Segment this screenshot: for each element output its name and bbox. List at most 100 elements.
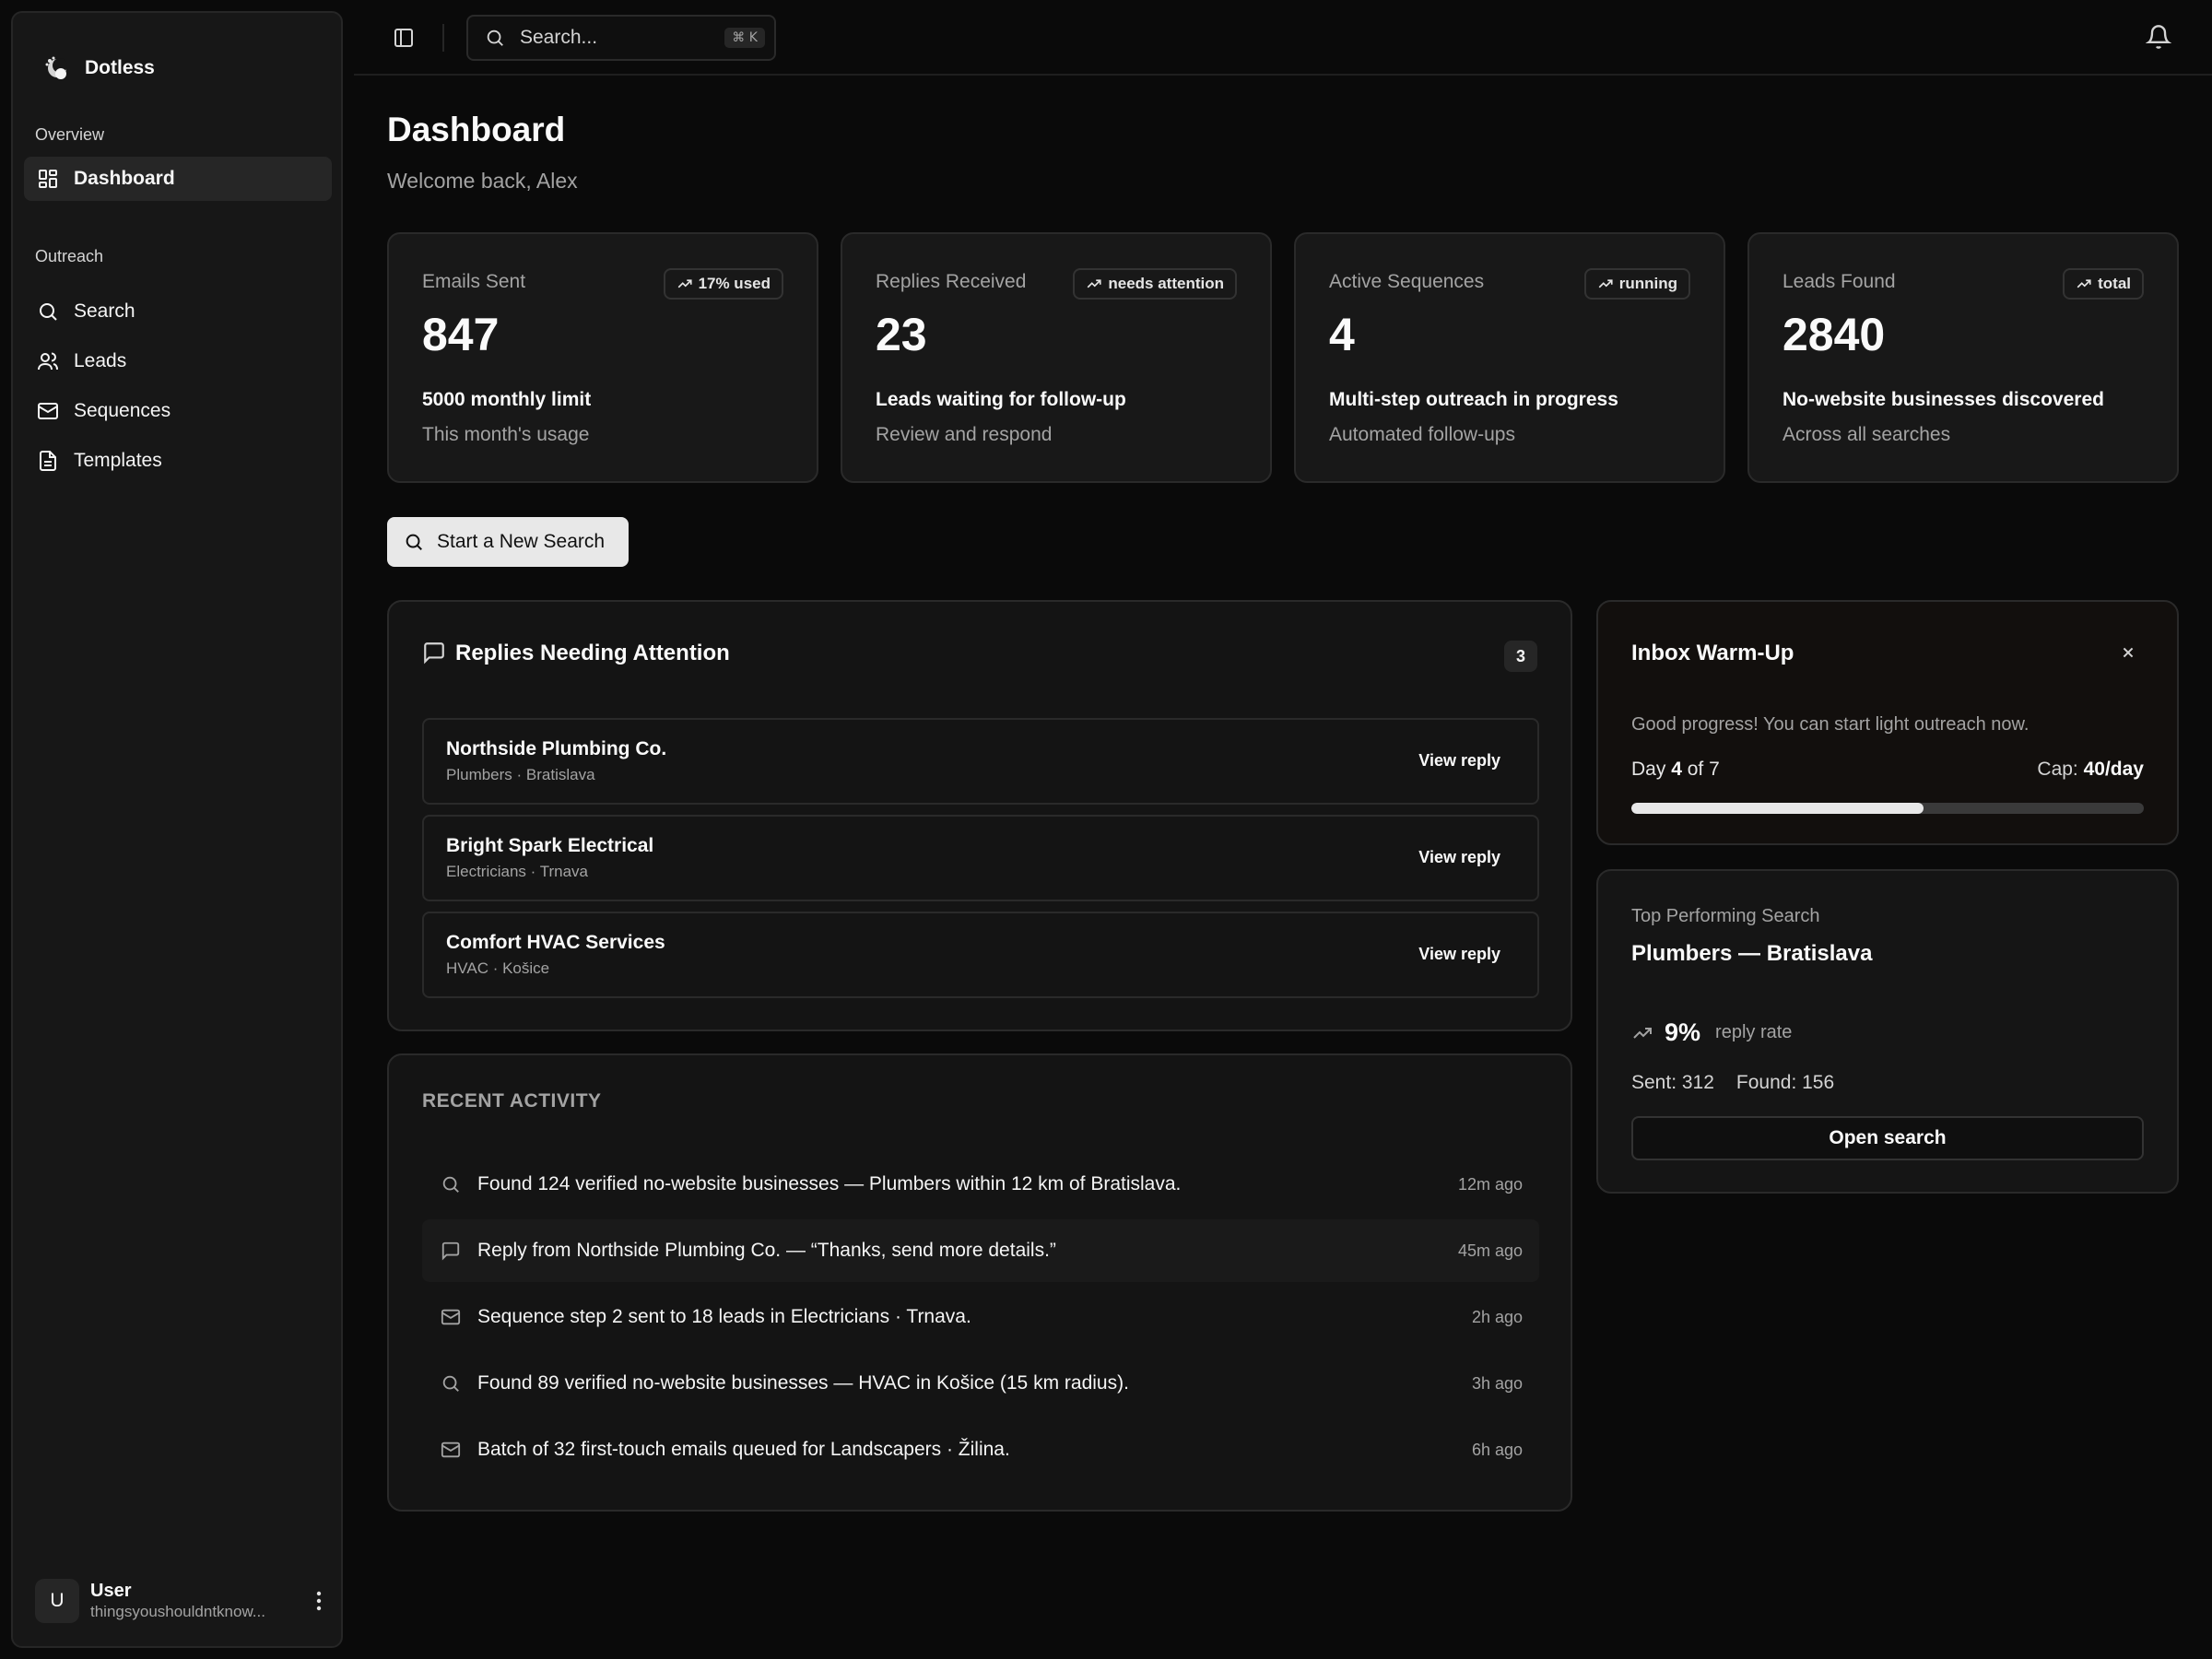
activity-item[interactable]: Sequence step 2 sent to 18 leads in Elec…	[422, 1286, 1539, 1348]
search-icon	[406, 534, 422, 550]
stat-label: Emails Sent	[422, 271, 526, 292]
more-vertical-icon[interactable]	[308, 1590, 330, 1612]
activity-time: 3h ago	[1471, 1373, 1523, 1393]
search-shortcut: ⌘ K	[724, 28, 765, 48]
warmup-day: Day 4 of 7	[1631, 759, 1720, 781]
user-menu[interactable]: U User thingsyoushouldntknow...	[35, 1578, 330, 1624]
inbox-warmup-title: Inbox Warm-Up	[1631, 641, 1794, 665]
stat-description: Leads waiting for follow-up	[876, 389, 1126, 410]
stat-value: 4	[1329, 309, 1355, 360]
message-icon	[422, 641, 446, 669]
brand[interactable]: Dotless	[42, 53, 155, 83]
reply-rate-label: reply rate	[1715, 1022, 1793, 1042]
warmup-day-prefix: Day	[1631, 759, 1666, 780]
replies-panel: Replies Needing Attention 3 Northside Pl…	[387, 600, 1572, 1031]
stat-description: 5000 monthly limit	[422, 389, 592, 410]
close-icon[interactable]	[2118, 642, 2140, 665]
activity-item[interactable]: Batch of 32 first-touch emails queued fo…	[422, 1418, 1539, 1481]
bell-icon[interactable]	[2145, 24, 2173, 52]
recent-activity-panel: RECENT ACTIVITY Found 124 verified no-we…	[387, 1053, 1572, 1512]
stat-label: Replies Received	[876, 271, 1027, 292]
status-badge-text: 17% used	[698, 275, 771, 292]
view-reply-button[interactable]: View reply	[1418, 945, 1500, 964]
warmup-cap-value: 40/day	[2083, 759, 2144, 780]
reply-business-name: Comfort HVAC Services	[446, 932, 665, 953]
activity-text: Sequence step 2 sent to 18 leads in Elec…	[477, 1306, 971, 1327]
status-badge-text: total	[2098, 275, 2131, 292]
page-subtitle: Welcome back, Alex	[387, 169, 578, 193]
warmup-progress-fill	[1631, 803, 1924, 814]
search-placeholder: Search...	[520, 27, 598, 48]
recent-activity-title: RECENT ACTIVITY	[422, 1090, 602, 1112]
reply-business-name: Northside Plumbing Co.	[446, 738, 667, 759]
view-reply-button[interactable]: View reply	[1418, 848, 1500, 867]
search-icon	[487, 29, 503, 46]
sidebar-item-label: Leads	[74, 350, 127, 371]
status-badge: needs attention	[1073, 268, 1237, 300]
dashboard-grid-icon	[39, 170, 57, 188]
replies-count-badge: 3	[1504, 641, 1537, 672]
reply-item[interactable]: Northside Plumbing Co. Plumbers · Bratis…	[422, 718, 1539, 805]
user-name: User	[90, 1581, 132, 1601]
search-icon	[40, 303, 57, 321]
activity-text: Found 89 verified no-website businesses …	[477, 1372, 1129, 1394]
stat-description: No-website businesses discovered	[1783, 389, 2104, 410]
stat-card-active-sequences: Active Sequences running 4 Multi-step ou…	[1294, 232, 1725, 483]
mail-icon	[38, 403, 58, 419]
activity-text: Found 124 verified no-website businesses…	[477, 1173, 1182, 1194]
warmup-cap: Cap: 40/day	[2037, 759, 2144, 781]
warmup-progress-bar	[1631, 803, 2144, 814]
stat-footnote: Review and respond	[876, 424, 1053, 445]
activity-item[interactable]: Found 89 verified no-website businesses …	[422, 1352, 1539, 1415]
reply-item[interactable]: Bright Spark Electrical Electricians · T…	[422, 815, 1539, 901]
status-badge-text: running	[1618, 275, 1677, 292]
mail-icon	[439, 1438, 463, 1462]
view-reply-button[interactable]: View reply	[1418, 751, 1500, 771]
stat-card-replies-received: Replies Received needs attention 23 Lead…	[841, 232, 1272, 483]
search-icon	[439, 1371, 463, 1395]
sidebar-toggle-icon[interactable]	[389, 23, 418, 53]
stat-footnote: Across all searches	[1783, 424, 1951, 445]
reply-item[interactable]: Comfort HVAC Services HVAC · Košice View…	[422, 912, 1539, 998]
sidebar-item-leads[interactable]: Leads	[24, 339, 332, 383]
activity-item[interactable]: Reply from Northside Plumbing Co. — “Tha…	[422, 1219, 1539, 1282]
section-label-outreach: Outreach	[35, 247, 104, 265]
stat-value: 2840	[1783, 309, 1886, 360]
reply-business-meta: HVAC · Košice	[446, 959, 550, 977]
replies-panel-title: Replies Needing Attention	[455, 641, 730, 665]
stat-card-leads-found: Leads Found total 2840 No-website busine…	[1747, 232, 2179, 483]
stat-description: Multi-step outreach in progress	[1329, 389, 1618, 410]
reply-business-meta: Electricians · Trnava	[446, 863, 588, 880]
activity-time: 45m ago	[1457, 1241, 1523, 1260]
brand-name: Dotless	[85, 57, 155, 78]
reply-rate: 9% reply rate	[1631, 1018, 1792, 1047]
open-search-button[interactable]: Open search	[1631, 1116, 2144, 1160]
warmup-day-total: of 7	[1687, 759, 1720, 780]
sidebar-item-label: Sequences	[74, 400, 171, 421]
start-new-search-button[interactable]: Start a New Search	[387, 517, 629, 567]
trending-up-icon	[677, 279, 692, 288]
top-search-stats: Sent: 312 Found: 156	[1631, 1072, 1834, 1094]
search-input[interactable]: Search... ⌘ K	[466, 15, 776, 61]
inbox-warmup-panel: Inbox Warm-Up Good progress! You can sta…	[1596, 600, 2179, 845]
stat-card-emails-sent: Emails Sent 17% used 847 5000 monthly li…	[387, 232, 818, 483]
top-search-panel: Top Performing Search Plumbers — Bratisl…	[1596, 869, 2179, 1194]
trending-up-icon	[1088, 279, 1101, 288]
activity-item[interactable]: Found 124 verified no-website businesses…	[422, 1153, 1539, 1216]
activity-time: 12m ago	[1457, 1174, 1523, 1194]
sidebar-item-templates[interactable]: Templates	[24, 439, 332, 483]
topbar: Search... ⌘ K	[354, 0, 2212, 76]
sidebar-item-dashboard[interactable]: Dashboard	[24, 157, 332, 201]
sidebar-item-label: Dashboard	[74, 168, 175, 189]
trending-up-icon	[1598, 279, 1613, 288]
activity-time: 6h ago	[1471, 1440, 1523, 1459]
stat-label: Active Sequences	[1329, 271, 1485, 292]
sidebar-item-search[interactable]: Search	[24, 289, 332, 334]
sidebar-item-sequences[interactable]: Sequences	[24, 389, 332, 433]
stat-label: Leads Found	[1783, 271, 1896, 292]
search-icon	[439, 1172, 463, 1196]
reply-business-name: Bright Spark Electrical	[446, 835, 654, 856]
top-search-found: Found: 156	[1735, 1072, 1835, 1093]
top-search-label: Top Performing Search	[1631, 906, 1820, 926]
activity-text: Reply from Northside Plumbing Co. — “Tha…	[477, 1240, 1056, 1261]
